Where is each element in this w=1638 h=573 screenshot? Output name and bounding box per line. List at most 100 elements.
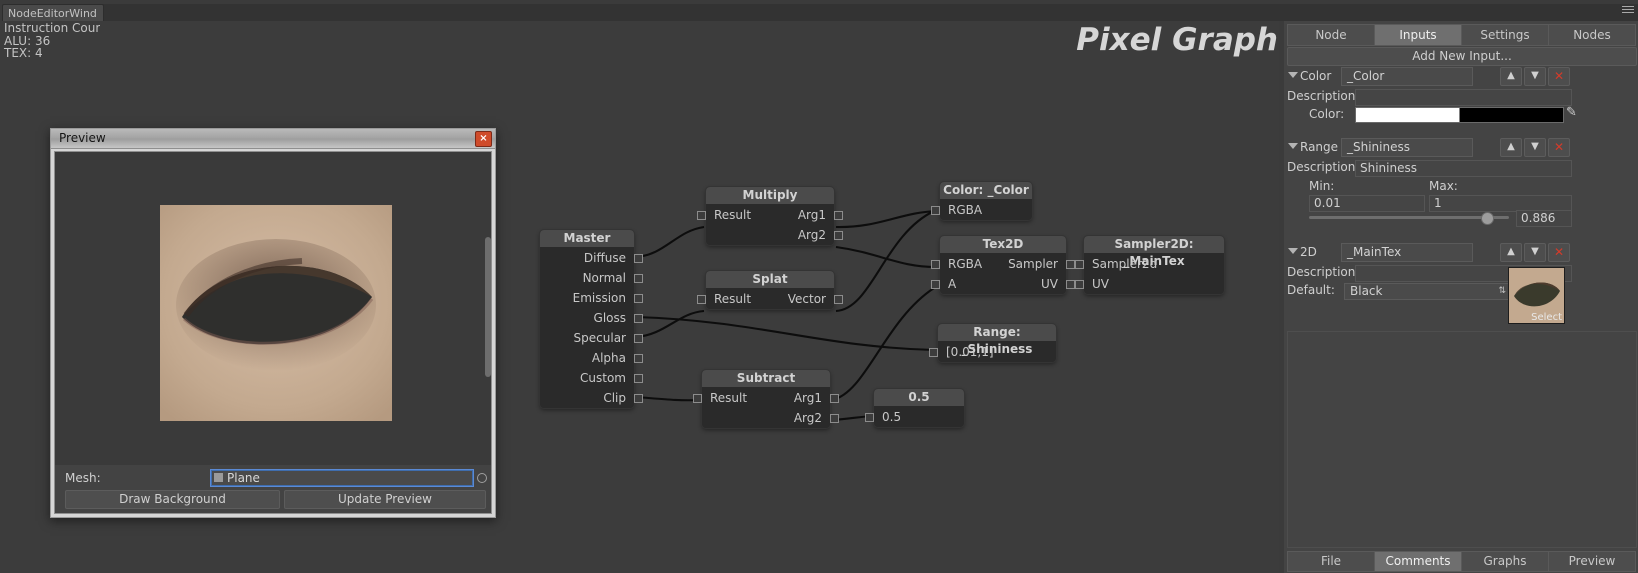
node-color-property[interactable]: Color: _Color RGBA: [931, 182, 1032, 220]
node-slot[interactable]: A UV: [931, 274, 1075, 294]
node-slot[interactable]: Alpha: [540, 348, 643, 368]
default-texture-dropdown[interactable]: Black ⇅: [1344, 283, 1511, 300]
hamburger-icon[interactable]: [1622, 6, 1634, 16]
node-slot[interactable]: Result Vector: [697, 289, 843, 309]
node-slot[interactable]: Result Arg1: [693, 388, 839, 408]
tab-inputs[interactable]: Inputs: [1374, 24, 1462, 46]
mesh-object-field[interactable]: Plane: [210, 469, 474, 487]
node-slot[interactable]: RGBA: [931, 200, 1032, 220]
close-icon[interactable]: ×: [475, 131, 492, 147]
node-port-output[interactable]: [634, 294, 643, 303]
node-port-input[interactable]: [1075, 280, 1084, 289]
add-new-input-button[interactable]: Add New Input...: [1287, 47, 1637, 66]
comments-panel[interactable]: [1287, 331, 1637, 548]
arrow-up-icon[interactable]: ▲: [1500, 67, 1522, 86]
chevron-down-icon[interactable]: [1288, 72, 1298, 78]
node-port-output[interactable]: [834, 211, 843, 220]
node-slot[interactable]: Diffuse: [540, 248, 643, 268]
node-master[interactable]: Master Diffuse Normal Emission Gloss Specular…: [540, 230, 643, 408]
node-port-output[interactable]: [634, 274, 643, 283]
node-port-input[interactable]: [931, 280, 940, 289]
node-slot[interactable]: Specular: [540, 328, 643, 348]
node-slot[interactable]: Result Arg1: [697, 205, 843, 225]
preview-titlebar[interactable]: Preview ×: [51, 129, 495, 149]
bottom-tab-comments[interactable]: Comments: [1374, 551, 1462, 572]
node-port-output[interactable]: [634, 314, 643, 323]
select-texture-label[interactable]: Select: [1529, 312, 1564, 323]
preview-scrollbar[interactable]: [485, 237, 491, 377]
object-picker-icon[interactable]: [477, 473, 487, 483]
tab-nodes[interactable]: Nodes: [1548, 24, 1636, 46]
node-port-input[interactable]: [1075, 260, 1084, 269]
range-value-field[interactable]: 0.886: [1516, 210, 1572, 227]
draw-background-button[interactable]: Draw Background: [65, 490, 280, 509]
close-icon[interactable]: ✕: [1548, 67, 1570, 86]
node-port-output[interactable]: [834, 231, 843, 240]
node-port-input[interactable]: [693, 394, 702, 403]
chevron-down-icon[interactable]: [1288, 143, 1298, 149]
node-port-output[interactable]: [830, 414, 839, 423]
arrow-up-icon[interactable]: ▲: [1500, 243, 1522, 262]
node-port-input[interactable]: [931, 206, 940, 215]
description-field[interactable]: Shininess: [1355, 160, 1572, 177]
preview-window[interactable]: Preview × Mesh: Plane Draw Background Up…: [50, 128, 496, 518]
node-port-input[interactable]: [865, 413, 874, 422]
node-slot[interactable]: Normal: [540, 268, 643, 288]
node-slot[interactable]: Sampler2d: [1075, 254, 1224, 274]
close-icon[interactable]: ✕: [1548, 138, 1570, 157]
close-icon[interactable]: ✕: [1548, 243, 1570, 262]
node-port-input[interactable]: [697, 211, 706, 220]
node-port-input[interactable]: [929, 348, 938, 357]
node-slot[interactable]: 0.5: [865, 407, 964, 427]
preview-viewport[interactable]: [55, 152, 491, 465]
update-preview-button[interactable]: Update Preview: [284, 490, 486, 509]
tab-node[interactable]: Node: [1287, 24, 1375, 46]
node-port-input[interactable]: [931, 260, 940, 269]
node-port-output[interactable]: [1066, 280, 1075, 289]
min-field[interactable]: 0.01: [1309, 195, 1425, 212]
range-slider-knob[interactable]: [1481, 212, 1495, 225]
node-port-output[interactable]: [834, 295, 843, 304]
node-slot[interactable]: Emission: [540, 288, 643, 308]
node-slot[interactable]: RGBA Sampler: [931, 254, 1075, 274]
property-name-field[interactable]: _MainTex: [1341, 243, 1473, 262]
arrow-down-icon[interactable]: ▼: [1524, 138, 1546, 157]
node-slot[interactable]: Arg2: [702, 408, 839, 428]
texture-preview[interactable]: Select: [1508, 267, 1565, 324]
range-slider[interactable]: [1309, 216, 1509, 219]
bottom-tab-preview[interactable]: Preview: [1548, 551, 1636, 572]
node-slot[interactable]: [0.01,1]: [929, 342, 1056, 362]
node-tex2d[interactable]: Tex2D RGBA Sampler A UV: [931, 236, 1075, 294]
node-subtract[interactable]: Subtract Result Arg1 Arg2: [693, 370, 839, 428]
bottom-tab-file[interactable]: File: [1287, 551, 1375, 572]
node-port-output[interactable]: [634, 254, 643, 263]
node-port-output[interactable]: [830, 394, 839, 403]
chevron-down-icon[interactable]: [1288, 248, 1298, 254]
property-name-field[interactable]: _Color: [1341, 67, 1473, 86]
arrow-down-icon[interactable]: ▼: [1524, 243, 1546, 262]
property-name-field[interactable]: _Shininess: [1341, 138, 1473, 157]
node-port-output[interactable]: [634, 354, 643, 363]
node-constant-half[interactable]: 0.5 0.5: [865, 389, 964, 427]
node-range-shininess[interactable]: Range: _Shininess [0.01,1]: [929, 324, 1056, 362]
color-swatch[interactable]: [1355, 107, 1564, 123]
node-port-output[interactable]: [634, 394, 643, 403]
node-port-output[interactable]: [1066, 260, 1075, 269]
description-field[interactable]: [1355, 89, 1572, 106]
window-tab-node-editor[interactable]: NodeEditorWind: [2, 4, 104, 22]
node-port-output[interactable]: [634, 334, 643, 343]
node-multiply[interactable]: Multiply Result Arg1 Arg2: [697, 187, 843, 245]
tab-settings[interactable]: Settings: [1461, 24, 1549, 46]
arrow-down-icon[interactable]: ▼: [1524, 67, 1546, 86]
node-port-output[interactable]: [634, 374, 643, 383]
node-sampler2d-maintex[interactable]: Sampler2D: _MainTex Sampler2d UV: [1075, 236, 1224, 294]
node-port-input[interactable]: [697, 295, 706, 304]
node-slot[interactable]: UV: [1075, 274, 1224, 294]
node-slot[interactable]: Clip: [540, 388, 643, 408]
node-slot[interactable]: Arg2: [706, 225, 843, 245]
bottom-tab-graphs[interactable]: Graphs: [1461, 551, 1549, 572]
node-slot[interactable]: Custom: [540, 368, 643, 388]
node-splat[interactable]: Splat Result Vector: [697, 271, 843, 309]
arrow-up-icon[interactable]: ▲: [1500, 138, 1522, 157]
eyedropper-icon[interactable]: ✎: [1566, 105, 1577, 120]
